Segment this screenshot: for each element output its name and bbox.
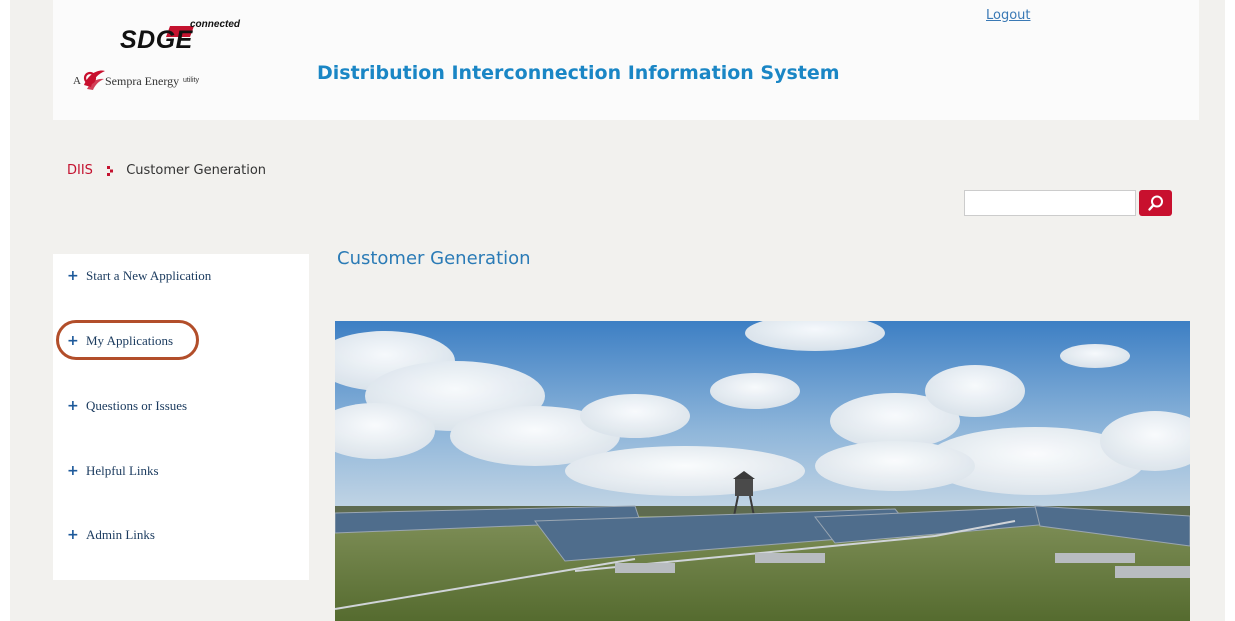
logo-parent-suffix: utility (183, 77, 199, 84)
sidebar-item-start-new-application[interactable]: + Start a New Application (67, 264, 211, 288)
sdge-logo[interactable]: SDGE connected A Sempra Energy utility (73, 12, 263, 112)
sidebar-item-label: Start a New Application (86, 268, 212, 283)
breadcrumb: DIIS Customer Generation (67, 163, 266, 178)
plus-icon: + (67, 268, 79, 284)
logo-tagline: connected (190, 19, 241, 30)
breadcrumb-root-link[interactable]: DIIS (67, 163, 93, 178)
highlight-annotation-ring (56, 320, 199, 360)
sidebar-item-label: Questions or Issues (86, 398, 188, 413)
sidebar-item-admin-links[interactable]: + Admin Links (67, 523, 155, 547)
search-input[interactable] (964, 190, 1136, 216)
plus-icon: + (67, 398, 79, 414)
plus-icon: + (67, 527, 79, 543)
breadcrumb-current: Customer Generation (126, 163, 267, 178)
sempra-flame-icon (83, 70, 105, 90)
sidebar-item-questions-or-issues[interactable]: + Questions or Issues (67, 394, 187, 418)
sidebar-item-label: Admin Links (86, 527, 155, 542)
search-button[interactable] (1139, 190, 1172, 216)
solar-farm-illustration (335, 321, 1190, 621)
sidebar-item-label: Helpful Links (86, 463, 159, 478)
logout-link[interactable]: Logout (986, 8, 1031, 23)
chevron-right-icon (107, 165, 114, 176)
logo-parent-name: Sempra Energy (105, 74, 180, 88)
logo-brand: SDGE (120, 26, 193, 54)
sidebar-nav: + Start a New Application + My Applicati… (53, 254, 309, 580)
plus-icon: + (67, 463, 79, 479)
search-icon (1147, 195, 1163, 211)
sidebar-item-helpful-links[interactable]: + Helpful Links (67, 459, 159, 483)
app-title: Distribution Interconnection Information… (317, 62, 840, 84)
logo-parent-prefix: A (73, 75, 81, 87)
hero-image-solar-farm (335, 321, 1190, 621)
page-title: Customer Generation (337, 248, 531, 269)
